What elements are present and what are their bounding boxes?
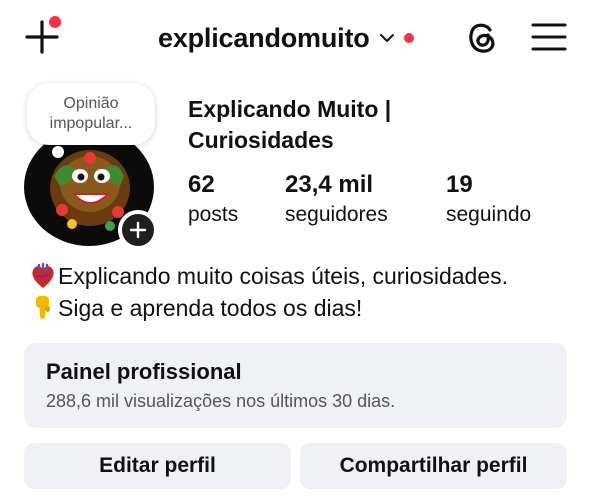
display-name: Explicando Muito | Curiosidades (188, 96, 392, 153)
stat-label: seguindo (446, 203, 532, 226)
bio: Explicando muito coisas úteis, curiosida… (28, 260, 578, 324)
add-story-button[interactable] (118, 210, 158, 250)
bio-text: Siga e aprenda todos os dias! (58, 295, 363, 321)
menu-button[interactable] (530, 20, 568, 54)
anatomical-heart-icon (32, 262, 54, 288)
stat-value: 23,4 mil (285, 171, 374, 198)
pointing-down-hand-icon (36, 296, 50, 319)
stat-label: posts (188, 203, 239, 226)
bio-line: Siga e aprenda todos os dias! (28, 292, 578, 324)
dashboard-title: Painel profissional (46, 359, 242, 384)
plus-icon (129, 221, 147, 239)
note-tail (52, 146, 64, 158)
edit-profile-button[interactable]: Editar perfil (24, 443, 291, 489)
account-switcher[interactable]: explicandomuito (158, 18, 414, 58)
stat-value: 62 (188, 171, 215, 198)
threads-icon (469, 23, 495, 53)
threads-button[interactable] (463, 18, 501, 56)
chevron-down-icon (379, 34, 394, 42)
bio-line: Explicando muito coisas úteis, curiosida… (28, 260, 578, 292)
stat-label: seguidores (285, 203, 388, 226)
notification-dot (403, 33, 414, 43)
share-profile-button[interactable]: Compartilhar perfil (300, 443, 567, 489)
username: explicandomuito (158, 22, 370, 53)
professional-dashboard[interactable]: Painel profissional 288,6 mil visualizaç… (24, 343, 567, 428)
create-button[interactable] (22, 14, 66, 58)
notification-dot (49, 16, 61, 28)
stat-following[interactable]: 19 seguindo (446, 170, 531, 230)
dashboard-subtitle: 288,6 mil visualizações nos últimos 30 d… (46, 391, 396, 411)
menu-icon (531, 23, 567, 51)
stat-posts[interactable]: 62 posts (188, 170, 238, 230)
bio-text: Explicando muito coisas úteis, curiosida… (58, 263, 509, 289)
profile-note[interactable]: Opinião impopular... (27, 83, 155, 145)
stat-value: 19 (446, 171, 473, 198)
create-icon (25, 16, 61, 54)
stat-followers[interactable]: 23,4 mil seguidores (285, 170, 388, 230)
